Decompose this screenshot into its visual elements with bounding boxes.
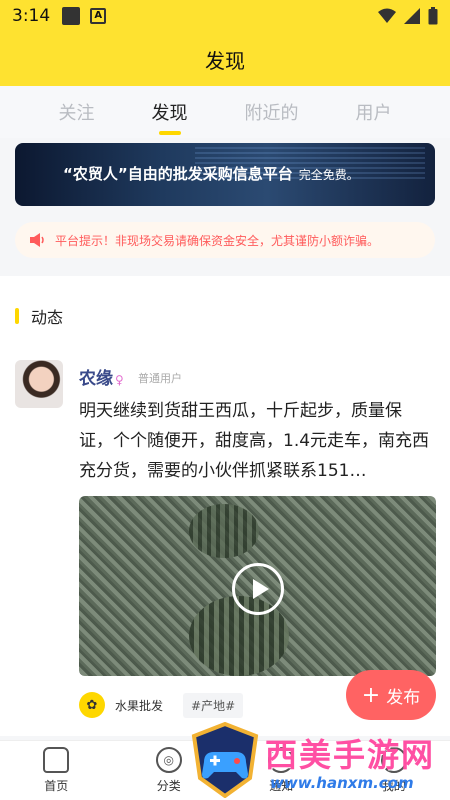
nav-notification-label: 通知 [269,779,294,793]
tab-users[interactable]: 用户 [348,93,400,131]
fruit-category-icon: ✿ [79,692,105,718]
battery-icon [428,7,438,25]
nav-notification[interactable]: 通知 [251,747,311,794]
profile-icon [380,747,407,773]
status-bar: 3:14 A [0,0,450,32]
user-avatar[interactable] [15,360,63,408]
title-bar: 发现 [0,32,450,86]
notification-square-icon [62,7,81,25]
user-type-label: 普通用户 [138,372,182,385]
tab-nearby[interactable]: 附近的 [237,93,307,131]
female-icon: ♀ [115,373,124,387]
post-video[interactable] [79,496,436,676]
tag-topic[interactable]: #产地# [183,692,244,718]
post-username[interactable]: 农缘 ♀ [79,364,124,389]
tab-discover[interactable]: 发现 [144,93,196,131]
banner-text: “农贸人”自由的批发采购信息平台 完全免费。 [63,163,359,184]
status-time: 3:14 [12,6,51,26]
banner-title: “农贸人”自由的批发采购信息平台 [63,165,293,183]
nav-category[interactable]: ◎ 分类 [139,747,199,794]
tab-bar: 关注 发现 附近的 用户 [0,86,450,138]
tag-category[interactable]: 水果批发 [115,697,163,714]
app-notification-icon: A [90,8,107,24]
wifi-icon [378,8,396,23]
speaker-icon [30,233,44,247]
bottom-nav: 首页 ◎ 分类 通知 我的 [0,740,450,800]
tab-follow[interactable]: 关注 [51,93,103,131]
nav-profile-label: 我的 [381,779,406,793]
nav-profile[interactable]: 我的 [364,747,424,794]
signal-icon [404,8,420,24]
play-icon[interactable] [232,563,284,615]
category-icon: ◎ [155,747,182,773]
banner-subtext: 完全免费。 [298,168,359,182]
section-accent-bar [15,308,19,324]
platform-notice: 平台提示！非现场交易请确保资金安全，尤其谨防小额诈骗。 [15,222,435,258]
publish-button[interactable]: + 发布 [346,670,436,720]
nav-category-label: 分类 [156,779,181,793]
section-header: 动态 [0,276,450,356]
publish-label: 发布 [386,687,421,708]
notification-icon [268,747,295,773]
post-tags: ✿ 水果批发 #产地# [79,692,244,718]
notice-text: 平台提示！非现场交易请确保资金安全，尤其谨防小额诈骗。 [55,233,380,248]
nav-home[interactable]: 首页 [26,747,86,794]
section-title: 动态 [31,308,64,327]
page-title: 发现 [205,48,245,73]
feed-section: 动态 农缘 ♀ 普通用户 明天继续到货甜王西瓜，十斤起步，质量保证，个个随便开，甜… [0,276,450,736]
plus-icon: + [361,682,381,708]
home-icon [43,747,70,773]
promo-banner[interactable]: “农贸人”自由的批发采购信息平台 完全免费。 [15,143,435,206]
post-text[interactable]: 明天继续到货甜王西瓜，十斤起步，质量保证，个个随便开，甜度高，1.4元走车，南充… [79,396,435,486]
video-thumbnail-melon [189,504,259,558]
username-text: 农缘 [79,369,113,389]
nav-home-label: 首页 [44,779,69,793]
